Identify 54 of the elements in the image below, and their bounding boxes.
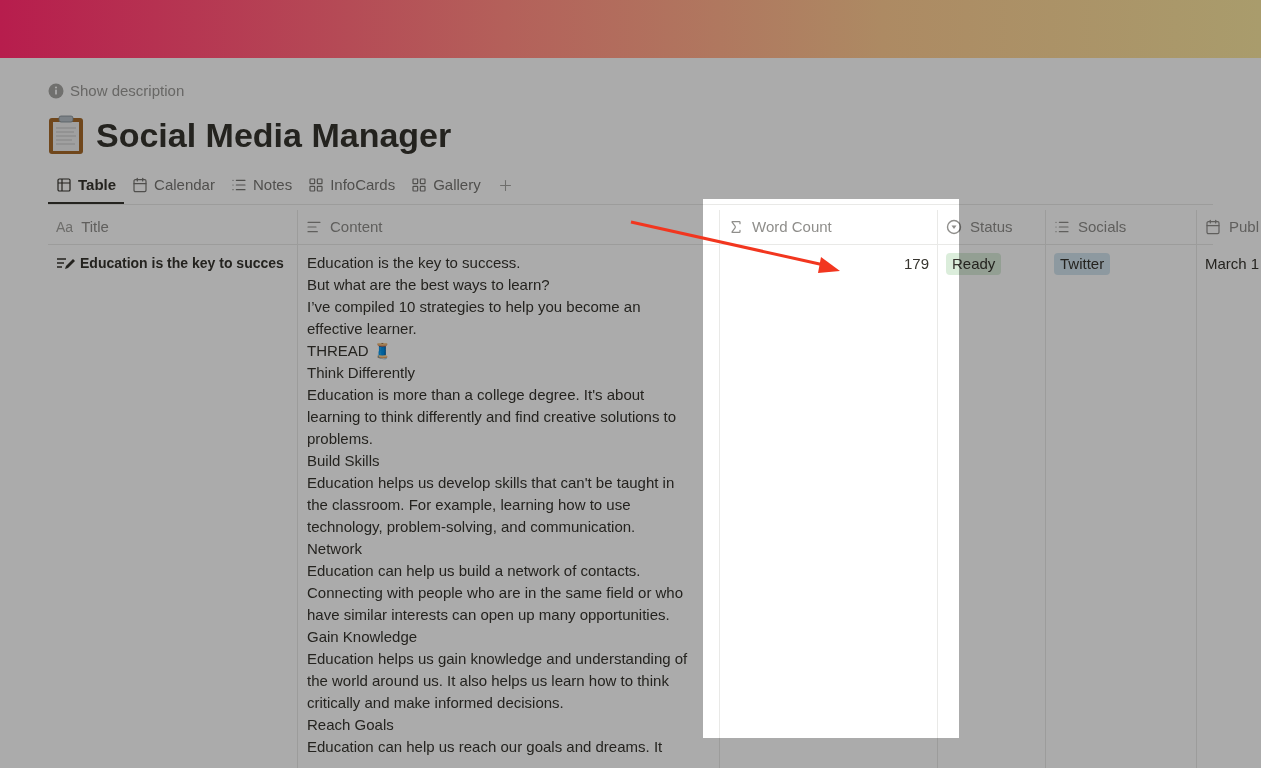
content-line: learning to think differently and find creative solutions to	[307, 407, 677, 427]
content-line: Education can help us build a network of contacts.	[307, 561, 641, 581]
column-header[interactable]: Word Count	[720, 210, 938, 244]
view-tab[interactable]: InfoCards	[300, 168, 404, 204]
view-tab[interactable]: Gallery	[403, 168, 489, 204]
content-line: I’ve compiled 10 strategies to help you become an	[307, 297, 641, 317]
table-icon	[56, 177, 72, 193]
content-line: Education helps us develop skills that can't be taught in	[307, 473, 675, 493]
word-count-cell-text: 179	[903, 254, 929, 274]
content-line: technology, problem-solving, and communication.	[307, 517, 636, 537]
sigma-icon	[728, 219, 744, 235]
content-line: Network	[307, 539, 362, 559]
content-line: Education is more than a college degree. It's about	[307, 385, 645, 405]
publish-date-cell: March 1	[1205, 255, 1260, 272]
show-description-button[interactable]: Show description	[70, 79, 185, 103]
content-line: have similar interests can open up many opportunities.	[307, 605, 670, 625]
social-tag: Twitter	[1054, 253, 1111, 275]
content-line: critically and make informed decisions.	[307, 693, 564, 713]
content-line: Connecting with people who are in the same field or who	[307, 583, 684, 603]
calendar-icon	[132, 177, 149, 193]
status-icon	[946, 219, 962, 235]
view-tab[interactable]: Calendar	[124, 168, 223, 204]
content-line: Build Skills	[307, 451, 380, 471]
calendar-icon	[1205, 219, 1221, 235]
column-header[interactable]: Status	[938, 210, 1046, 244]
column-header[interactable]: Socials	[1046, 210, 1197, 244]
content-line: Reach Goals	[307, 715, 394, 735]
column-header[interactable]: Publ	[1197, 210, 1261, 244]
grid-icon	[411, 177, 428, 193]
page-title: Social Media Manager	[96, 114, 452, 156]
content-line: effective learner.	[307, 319, 417, 339]
content-line: the world around us. It also helps us learn how to think	[307, 671, 669, 691]
content-line: THREAD 🧵	[307, 341, 392, 362]
content-line: Gain Knowledge	[307, 627, 418, 647]
view-tab[interactable]: Notes	[222, 168, 301, 204]
lines-icon	[306, 219, 322, 235]
column-header[interactable]: Content	[298, 210, 720, 244]
content-line: Education is the key to success.	[307, 253, 521, 273]
content-line: Education can help us reach our goals and dreams. It	[307, 737, 663, 757]
column-header[interactable]: Aa Title	[48, 210, 298, 244]
content-line: Think Differently	[307, 363, 416, 383]
title-cell[interactable]: Education is the key to succes	[80, 253, 284, 273]
grid-icon	[308, 177, 325, 193]
content-line: Education helps us gain knowledge and understanding of	[307, 649, 688, 669]
text-type-icon: Aa	[56, 216, 74, 238]
content-line: problems.	[307, 429, 373, 449]
info-icon	[48, 83, 64, 99]
clipboard-icon	[48, 115, 84, 155]
content-line: But what are the best ways to learn?	[307, 275, 550, 295]
content-line: the classroom. For example, learning how to use	[307, 495, 631, 515]
edit-lines-icon	[56, 255, 76, 271]
list-icon	[230, 177, 247, 193]
view-tab[interactable]: Table	[48, 168, 125, 204]
list-icon	[1054, 219, 1070, 235]
